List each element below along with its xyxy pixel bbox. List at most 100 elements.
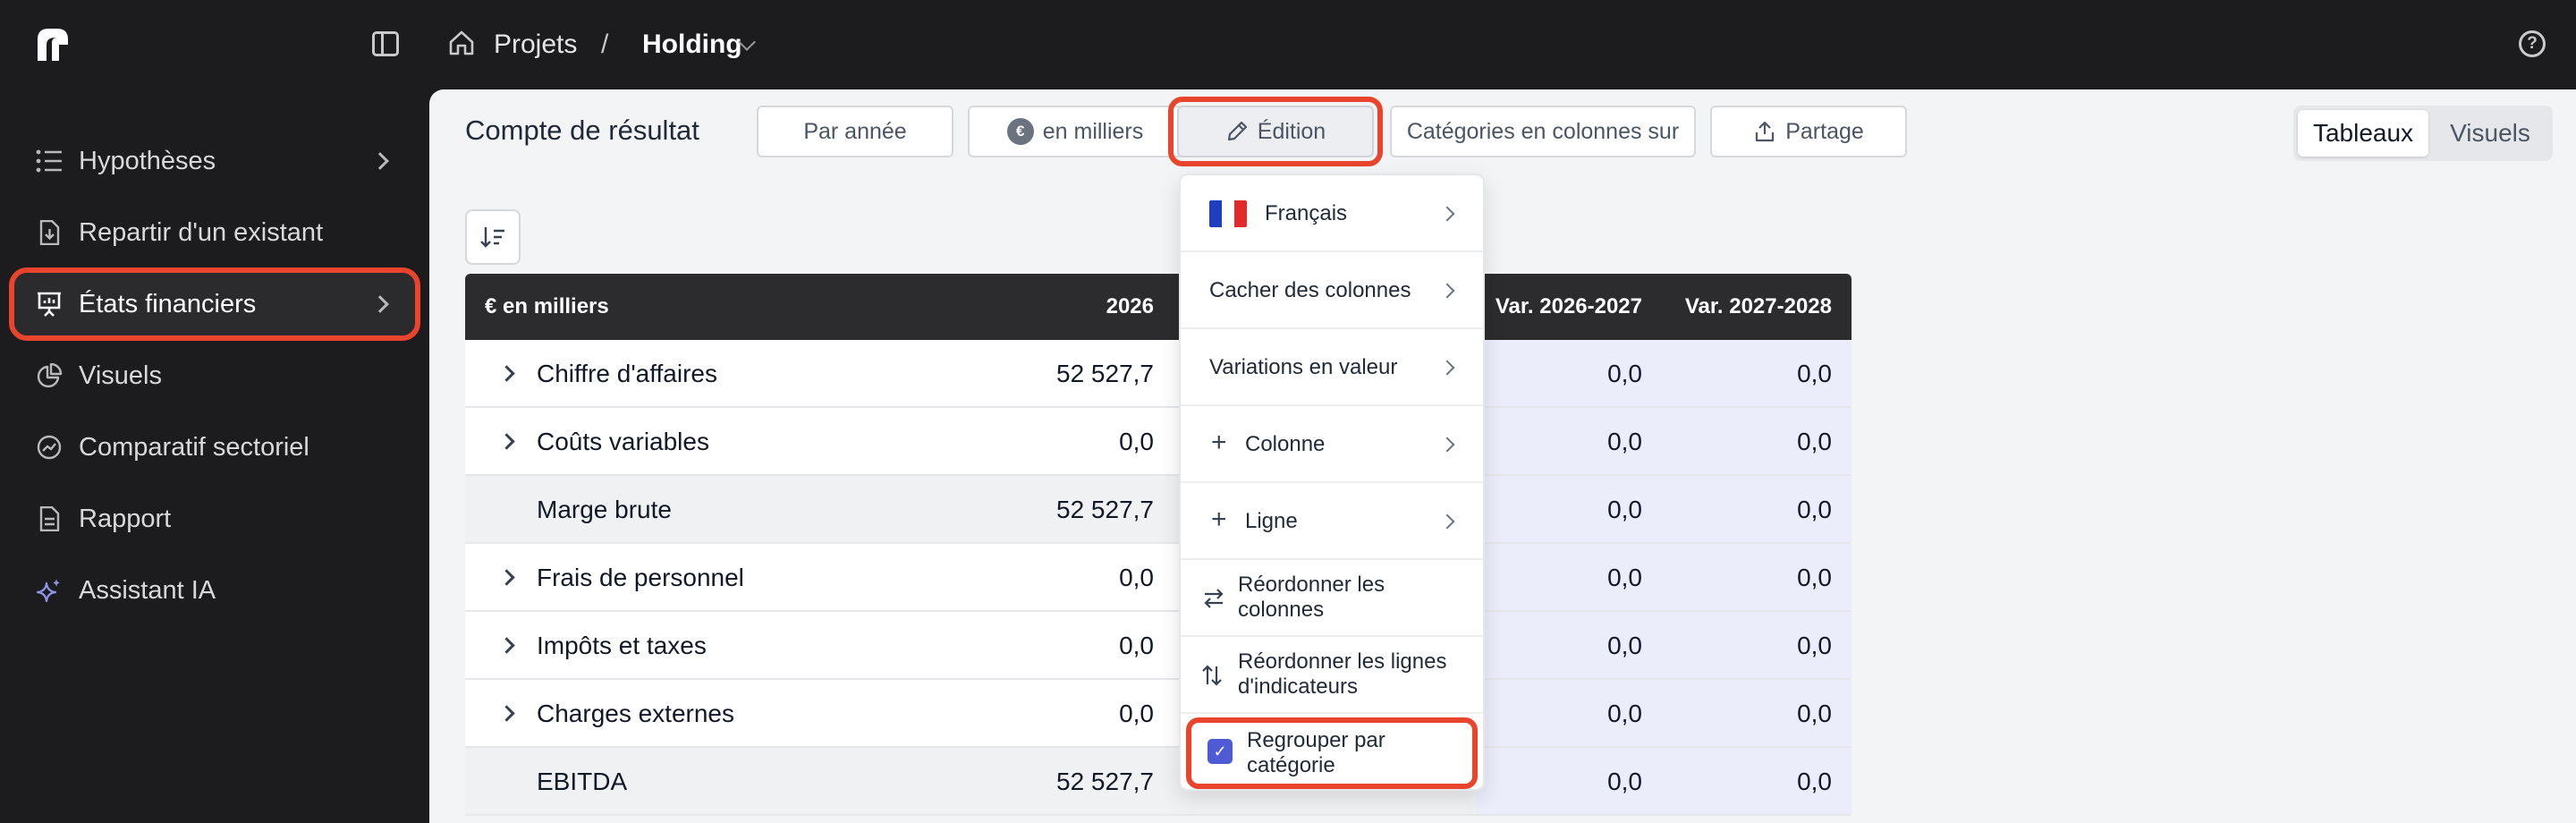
share-button[interactable]: Partage [1710,106,1907,157]
top-bar: Projets / Holding ? [0,0,2576,89]
france-flag-icon [1209,200,1247,227]
presentation-chart-icon [38,292,61,317]
cell-2026: 0,0 [1119,564,1154,591]
menu-item-label-line1: Réordonner les lignes [1238,649,1447,674]
cell-var2: 0,0 [1797,700,1832,727]
sidebar-item-label: Hypothèses [79,147,216,175]
list-icon [36,149,62,173]
chevron-right-icon[interactable] [498,433,515,450]
breadcrumb-project[interactable]: Holding [642,27,742,63]
cell-var1: 0,0 [1607,360,1642,387]
sidebar-item-label: Rapport [79,505,172,533]
table-header: € en milliers 2026 Var. 2026-2027 Var. 2… [465,274,1852,340]
row-label: Coûts variables [537,428,709,455]
sidebar-item-label: Visuels [79,361,162,390]
share-icon [1756,121,1775,142]
menu-item-label-line2: colonnes [1238,598,1325,622]
share-label: Partage [1785,118,1864,144]
sidebar-item-rapport[interactable]: Rapport [14,488,415,550]
chevron-right-icon [371,152,389,170]
menu-item-label-line1: Regrouper par [1247,728,1385,752]
swap-horizontal-icon [1204,589,1224,608]
menu-item-reorder-columns[interactable]: Réordonner les colonnes [1181,560,1483,637]
cell-var2: 0,0 [1797,496,1832,523]
cell-2026: 52 527,7 [1056,496,1154,523]
cell-2026: 52 527,7 [1056,360,1154,387]
row-label: Chiffre d'affaires [537,360,717,387]
euro-icon: € [1006,118,1034,145]
menu-item-add-row[interactable]: + Ligne [1181,483,1483,560]
sidebar-item-etats-financiers[interactable]: États financiers [9,267,420,341]
view-visuals-option[interactable]: Visuels [2432,110,2548,157]
sidebar-item-visuels[interactable]: Visuels [14,344,415,407]
chevron-right-icon[interactable] [498,365,515,382]
unit-label: en milliers [1042,118,1144,144]
cell-var2: 0,0 [1797,768,1832,795]
menu-item-language[interactable]: Français [1181,175,1483,252]
sidebar-item-label: Comparatif sectoriel [79,433,309,462]
chevron-right-icon[interactable] [498,705,515,722]
menu-item-hide-columns[interactable]: Cacher des colonnes [1181,252,1483,329]
per-year-button[interactable]: Par année [757,106,953,157]
chevron-right-icon [1439,360,1455,376]
cell-var2: 0,0 [1797,428,1832,455]
sort-button[interactable] [465,209,521,265]
group-checkbox[interactable]: ✓ [1208,739,1233,764]
pie-chart-icon [37,363,63,388]
help-icon[interactable]: ? [2519,30,2546,57]
row-label: Charges externes [537,700,735,727]
categories-label: Catégories en colonnes sur [1406,118,1680,144]
edit-label: Édition [1257,118,1326,144]
menu-item-variations[interactable]: Variations en valeur [1181,329,1483,406]
chevron-right-icon [1439,437,1455,453]
table-row[interactable]: Impôts et taxes 0,0 0,0 0,0 [465,612,1852,680]
row-label: Frais de personnel [537,564,744,591]
breadcrumb-projects[interactable]: Projets [494,27,577,63]
table-row[interactable]: Charges externes 0,0 0,0 0,0 [465,680,1852,748]
app-logo-icon[interactable] [34,27,73,63]
table-row[interactable]: Frais de personnel 0,0 0,0 0,0 [465,544,1852,612]
cell-var1: 0,0 [1607,496,1642,523]
pencil-icon [1227,121,1247,141]
sidebar: Hypothèses Repartir d'un existant États … [0,89,429,823]
menu-item-label: Ligne [1245,509,1298,533]
chevron-right-icon[interactable] [498,569,515,586]
chevron-right-icon [1439,206,1455,222]
row-label: Marge brute [537,496,672,523]
chevron-right-icon[interactable] [498,637,515,654]
view-tables-option[interactable]: Tableaux [2298,110,2428,157]
unit-button[interactable]: € en milliers [968,106,1182,157]
document-icon [39,506,60,531]
cell-2026: 0,0 [1119,428,1154,455]
cell-var2: 0,0 [1797,632,1832,659]
cell-2026: 0,0 [1119,700,1154,727]
table-row[interactable]: Chiffre d'affaires 52 527,7 0,0 0,0 [465,340,1852,408]
sidebar-item-comparatif[interactable]: Comparatif sectoriel [14,416,415,479]
menu-item-add-column[interactable]: + Colonne [1181,406,1483,483]
menu-item-group-by-category[interactable]: ✓ Regrouper par catégorie [1186,717,1478,789]
table-row: EBITDA 52 527,7 0,0 0,0 [465,748,1852,816]
edit-button[interactable]: Édition [1168,97,1383,166]
main-content: Compte de résultat Par année € en millie… [429,89,2576,823]
cell-var1: 0,0 [1607,700,1642,727]
menu-item-label-line1: Réordonner les [1238,573,1385,597]
home-icon[interactable] [447,29,476,57]
sidebar-toggle-icon[interactable] [372,31,399,56]
sidebar-item-assistant-ia[interactable]: Assistant IA [14,559,415,622]
table-row[interactable]: Coûts variables 0,0 0,0 0,0 [465,408,1852,476]
sort-icon [480,227,504,248]
menu-item-reorder-rows[interactable]: Réordonner les lignes d'indicateurs [1181,637,1483,714]
sidebar-item-hypotheses[interactable]: Hypothèses [14,130,415,192]
header-unit: € en milliers [485,294,609,318]
cell-var2: 0,0 [1797,564,1832,591]
cell-2026: 52 527,7 [1056,768,1154,795]
cell-var1: 0,0 [1607,564,1642,591]
menu-item-label-line2: catégorie [1247,753,1335,777]
sparkles-icon [36,579,60,603]
sidebar-item-repartir[interactable]: Repartir d'un existant [14,201,415,264]
per-year-label: Par année [803,118,907,144]
categories-button[interactable]: Catégories en colonnes sur [1390,106,1696,157]
menu-item-label-line2: d'indicateurs [1238,675,1358,699]
cell-var1: 0,0 [1607,768,1642,795]
edit-dropdown-menu: Français Cacher des colonnes Variations … [1179,174,1485,791]
